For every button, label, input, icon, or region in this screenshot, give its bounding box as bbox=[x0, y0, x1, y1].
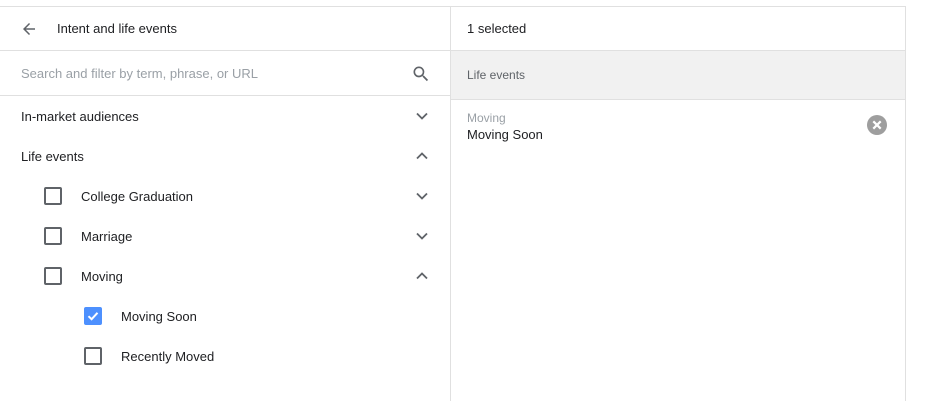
tree-item-label: Life events bbox=[21, 148, 84, 164]
close-circle-icon[interactable] bbox=[867, 115, 887, 135]
selected-item: Moving Moving Soon bbox=[451, 100, 905, 150]
tree-item-life-events[interactable]: Life events bbox=[0, 136, 450, 176]
tree-item-marriage[interactable]: Marriage bbox=[0, 216, 450, 256]
selected-panel: 1 selected Life events Moving Moving Soo… bbox=[451, 7, 905, 401]
tree-item-moving-soon[interactable]: Moving Soon bbox=[0, 296, 450, 336]
chevron-down-icon[interactable] bbox=[415, 189, 429, 203]
tree-item-label: Moving Soon bbox=[121, 308, 197, 324]
tree-item-label: College Graduation bbox=[81, 188, 194, 204]
tree-item-moving[interactable]: Moving bbox=[0, 256, 450, 296]
selected-header: 1 selected bbox=[451, 7, 905, 51]
recently-moved-checkbox[interactable] bbox=[84, 347, 102, 365]
moving-checkbox[interactable] bbox=[44, 267, 62, 285]
selected-item-parent: Moving bbox=[467, 111, 506, 125]
chevron-down-icon[interactable] bbox=[415, 229, 429, 243]
tree-item-label: Marriage bbox=[81, 228, 133, 244]
selected-count: 1 selected bbox=[467, 21, 527, 36]
tree-item-label: Moving bbox=[81, 268, 123, 284]
chevron-up-icon[interactable] bbox=[415, 149, 429, 163]
arrow-back-icon[interactable] bbox=[19, 19, 39, 39]
tree-item-in-market-audiences[interactable]: In-market audiences bbox=[0, 96, 450, 136]
marriage-checkbox[interactable] bbox=[44, 227, 62, 245]
audience-picker: Intent and life events In-market audienc… bbox=[0, 6, 906, 401]
selected-group-label: Life events bbox=[467, 68, 526, 82]
search-icon[interactable] bbox=[411, 64, 431, 84]
panel-title: Intent and life events bbox=[57, 21, 177, 36]
tree-item-college-graduation[interactable]: College Graduation bbox=[0, 176, 450, 216]
tree-item-label: Recently Moved bbox=[121, 348, 215, 364]
college-graduation-checkbox[interactable] bbox=[44, 187, 62, 205]
search-bar bbox=[0, 51, 450, 96]
browse-panel: Intent and life events In-market audienc… bbox=[0, 7, 451, 401]
tree-item-recently-moved[interactable]: Recently Moved bbox=[0, 336, 450, 376]
search-input[interactable] bbox=[21, 65, 391, 81]
panel-header: Intent and life events bbox=[0, 7, 450, 51]
moving-soon-checkbox[interactable] bbox=[84, 307, 102, 325]
chevron-up-icon[interactable] bbox=[415, 269, 429, 283]
tree-item-label: In-market audiences bbox=[21, 108, 139, 124]
chevron-down-icon[interactable] bbox=[415, 109, 429, 123]
selected-item-name: Moving Soon bbox=[467, 127, 543, 142]
selected-group-header: Life events bbox=[451, 51, 905, 100]
